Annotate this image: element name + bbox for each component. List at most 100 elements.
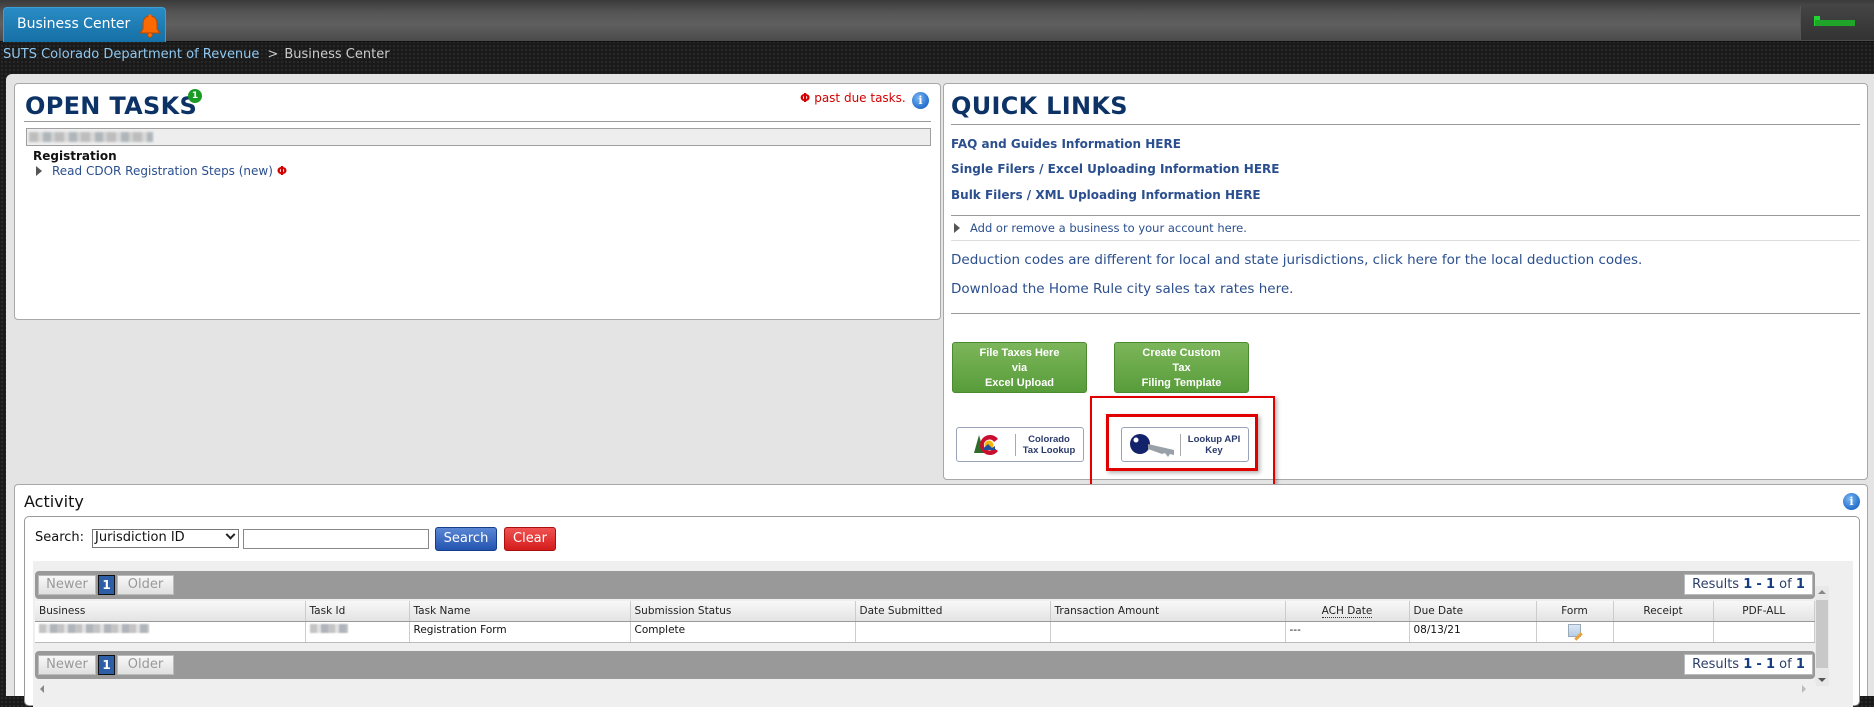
task-section-registration: Registration bbox=[33, 149, 117, 163]
divider bbox=[1015, 434, 1016, 456]
divider bbox=[951, 313, 1860, 314]
column-header-task-id[interactable]: Task Id bbox=[305, 601, 410, 622]
search-button[interactable]: Search bbox=[435, 527, 497, 551]
single-filers-link[interactable]: Single Filers / Excel Uploading Informat… bbox=[951, 162, 1279, 176]
activity-grid-container: Search: Jurisdiction ID Search Clear New… bbox=[24, 516, 1860, 707]
column-header-task-name[interactable]: Task Name bbox=[409, 601, 631, 622]
scroll-right-icon[interactable] bbox=[1802, 685, 1806, 693]
business-center-tab[interactable]: Business Center bbox=[3, 7, 166, 42]
annotation-highlight-inner bbox=[1106, 414, 1258, 471]
info-icon[interactable]: i bbox=[912, 92, 929, 109]
scrollbar-thumb[interactable] bbox=[1816, 600, 1828, 668]
bell-icon[interactable] bbox=[139, 14, 161, 38]
breadcrumb-current: Business Center bbox=[284, 47, 390, 62]
search-input[interactable] bbox=[243, 529, 429, 549]
divider bbox=[951, 215, 1860, 216]
button-line: Tax bbox=[1172, 362, 1191, 374]
results-sep: - bbox=[1756, 657, 1762, 672]
newer-button[interactable]: Newer bbox=[38, 655, 96, 675]
column-header-ach-date[interactable]: ACH Date bbox=[1285, 601, 1410, 622]
scroll-left-icon[interactable] bbox=[40, 685, 44, 693]
results-prefix: Results bbox=[1692, 657, 1740, 672]
expand-arrow-icon[interactable] bbox=[954, 223, 960, 233]
button-line: via bbox=[1011, 362, 1028, 374]
divider bbox=[24, 121, 931, 122]
info-icon[interactable]: i bbox=[1843, 493, 1860, 510]
past-due-legend: Φpast due tasks. bbox=[800, 91, 906, 105]
task-item[interactable]: Read CDOR Registration Steps (new) Φ bbox=[36, 164, 287, 178]
results-total: 1 bbox=[1795, 577, 1805, 592]
redacted-task-id bbox=[309, 623, 348, 633]
column-header-due-date[interactable]: Due Date bbox=[1409, 601, 1537, 622]
cell-business bbox=[35, 621, 306, 643]
results-prefix: Results bbox=[1692, 577, 1740, 592]
column-header-receipt[interactable]: Receipt bbox=[1613, 601, 1714, 622]
table-header-row: Business Task Id Task Name Submission St… bbox=[35, 601, 1815, 622]
column-header-pdf-all[interactable]: PDF-ALL bbox=[1713, 601, 1815, 622]
activity-panel: Activity i Search: Jurisdiction ID Searc… bbox=[14, 484, 1868, 707]
activity-title: Activity bbox=[24, 492, 84, 511]
create-custom-template-button[interactable]: Create Custom Tax Filing Template bbox=[1114, 342, 1249, 393]
results-sep: - bbox=[1756, 577, 1762, 592]
past-due-marker-icon: Φ bbox=[276, 164, 288, 178]
page-number-button[interactable]: 1 bbox=[98, 655, 115, 675]
ach-date-label: ACH Date bbox=[1321, 604, 1373, 618]
pager-top: Newer 1 Older Results 1 - 1 of 1 bbox=[35, 571, 1815, 599]
expand-arrow-icon[interactable] bbox=[36, 166, 42, 176]
label-line: Colorado bbox=[1028, 434, 1070, 445]
bulk-filers-link[interactable]: Bulk Filers / XML Uploading Information … bbox=[951, 188, 1261, 202]
page-number-button[interactable]: 1 bbox=[98, 575, 115, 595]
table-row[interactable]: Registration Form Complete --- 08/13/21 bbox=[35, 621, 1815, 643]
scroll-up-icon[interactable] bbox=[1818, 590, 1826, 594]
label-line: Tax Lookup bbox=[1022, 445, 1076, 456]
top-bar: Business Center bbox=[0, 0, 1874, 42]
open-tasks-count-badge: 1 bbox=[188, 89, 202, 103]
divider bbox=[951, 124, 1860, 125]
newer-button[interactable]: Newer bbox=[38, 575, 96, 595]
scroll-down-icon[interactable] bbox=[1818, 678, 1826, 682]
breadcrumb: SUTS Colorado Department of Revenue > Busi… bbox=[3, 47, 390, 62]
column-header-transaction-amount[interactable]: Transaction Amount bbox=[1050, 601, 1286, 622]
cell-receipt bbox=[1613, 621, 1714, 643]
business-name-header[interactable] bbox=[26, 128, 931, 146]
add-remove-business-label[interactable]: Add or remove a business to your account… bbox=[970, 221, 1247, 235]
task-link-label[interactable]: Read CDOR Registration Steps (new) bbox=[52, 164, 273, 178]
cell-task-name: Registration Form bbox=[409, 621, 631, 643]
cell-submission-status: Complete bbox=[630, 621, 856, 643]
colorado-tax-lookup-button[interactable]: Colorado Tax Lookup bbox=[956, 427, 1084, 462]
column-header-form[interactable]: Form bbox=[1536, 601, 1614, 622]
cell-task-id bbox=[305, 621, 410, 643]
column-header-business[interactable]: Business bbox=[35, 601, 306, 622]
column-header-date-submitted[interactable]: Date Submitted bbox=[855, 601, 1051, 622]
search-field-select[interactable]: Jurisdiction ID bbox=[92, 529, 239, 548]
column-header-submission-status[interactable]: Submission Status bbox=[630, 601, 856, 622]
chevron-down-icon bbox=[225, 529, 236, 540]
vertical-scrollbar[interactable] bbox=[1815, 586, 1829, 686]
cell-date-submitted bbox=[855, 621, 1051, 643]
connection-status-indicator bbox=[1800, 6, 1874, 40]
deduction-codes-link[interactable]: Deduction codes are different for local … bbox=[951, 252, 1642, 268]
search-label: Search: bbox=[35, 530, 85, 545]
cell-form bbox=[1536, 621, 1614, 643]
older-button[interactable]: Older bbox=[117, 655, 174, 675]
faq-guides-link[interactable]: FAQ and Guides Information HERE bbox=[951, 137, 1181, 151]
add-remove-business-link[interactable]: Add or remove a business to your account… bbox=[954, 221, 1247, 235]
horizontal-scrollbar[interactable] bbox=[36, 682, 1816, 696]
tax-lookup-label: Colorado Tax Lookup bbox=[1019, 434, 1079, 456]
colorado-logo-icon bbox=[974, 435, 998, 455]
file-taxes-excel-button[interactable]: File Taxes Here via Excel Upload bbox=[952, 342, 1087, 393]
cell-transaction-amount bbox=[1050, 621, 1286, 643]
cell-due-date: 08/13/21 bbox=[1409, 621, 1537, 643]
past-due-icon: Φ bbox=[800, 91, 811, 105]
divider bbox=[951, 240, 1860, 241]
form-edit-icon[interactable] bbox=[1568, 623, 1581, 637]
breadcrumb-root-link[interactable]: SUTS Colorado Department of Revenue bbox=[3, 47, 259, 62]
button-line: Excel Upload bbox=[984, 377, 1055, 389]
redacted-business-name bbox=[29, 132, 153, 142]
quick-links-panel: QUICK LINKS FAQ and Guides Information H… bbox=[943, 83, 1868, 480]
results-total: 1 bbox=[1795, 657, 1805, 672]
quick-links-title: QUICK LINKS bbox=[951, 92, 1128, 120]
clear-button[interactable]: Clear bbox=[504, 527, 556, 551]
home-rule-rates-link[interactable]: Download the Home Rule city sales tax ra… bbox=[951, 281, 1293, 297]
older-button[interactable]: Older bbox=[117, 575, 174, 595]
